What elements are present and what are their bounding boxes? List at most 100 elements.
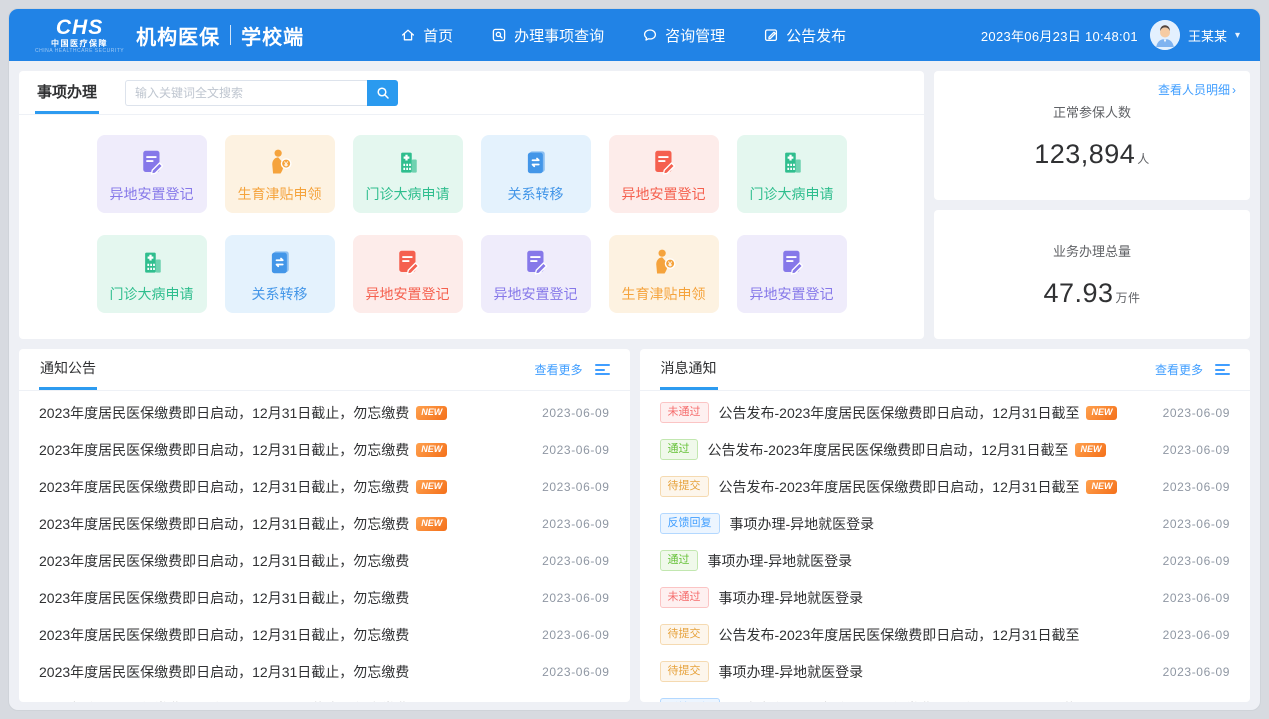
service-tile-label: 异地安置登记 — [750, 284, 834, 304]
notices-more-link[interactable]: 查看更多 — [534, 361, 582, 378]
service-tile[interactable]: 门诊大病申请 — [737, 135, 847, 213]
message-date: 2023-06-09 — [1151, 702, 1230, 703]
messages-more-link[interactable]: 查看更多 — [1155, 361, 1203, 378]
nav-item[interactable]: 办理事项查询 — [491, 25, 604, 46]
notice-row[interactable]: 2023年度居民医保缴费即日启动，12月31日截止，勿忘缴费 NEW 2023-… — [19, 394, 630, 431]
service-tile[interactable]: 关系转移 — [225, 235, 335, 313]
message-row[interactable]: 待提交 事项办理-异地就医登录 2023-06-09 — [640, 653, 1251, 690]
message-text: 事项办理-异地就医登录 — [719, 662, 864, 682]
service-tile-label: 异地安置登记 — [494, 284, 578, 304]
status-badge: 通过 — [660, 439, 698, 460]
notice-row[interactable]: 2023年度居民医保缴费即日启动，12月31日截止，勿忘缴费 2023-06-0… — [19, 616, 630, 653]
maternity-allowance-icon: ¥ — [648, 245, 680, 279]
notice-date: 2023-06-09 — [530, 406, 609, 420]
status-badge: 通过 — [660, 550, 698, 571]
message-date: 2023-06-09 — [1151, 628, 1230, 642]
service-tile[interactable]: 异地安置登记 — [97, 135, 207, 213]
service-tile[interactable]: 异地安置登记 — [737, 235, 847, 313]
service-tile[interactable]: 异地安置登记 — [481, 235, 591, 313]
messages-title: 消息通知 — [660, 349, 718, 390]
list-menu-icon[interactable] — [595, 364, 610, 375]
view-detail-link[interactable]: 查看人员明细› — [1158, 81, 1236, 98]
chs-logo: CHS 中国医疗保障 CHINA HEALTHCARE SECURITY — [35, 17, 124, 54]
notice-row[interactable]: 2023年度居民医保缴费即日启动，12月31日截止，勿忘缴费 NEW 2023-… — [19, 431, 630, 468]
new-badge: NEW — [416, 517, 447, 531]
service-tile[interactable]: ¥ 生育津贴申领 — [609, 235, 719, 313]
service-tile[interactable]: 关系转移 — [481, 135, 591, 213]
status-badge: 待提交 — [660, 476, 709, 497]
notice-row[interactable]: 2023年度居民医保缴费即日启动，12月31日截止，勿忘缴费 2023-06-0… — [19, 579, 630, 616]
service-tile-label: 关系转移 — [252, 284, 308, 304]
new-badge: NEW — [416, 406, 447, 420]
service-tile[interactable]: ¥ 生育津贴申领 — [225, 135, 335, 213]
message-row[interactable]: 反馈回复 事项办理-异地就医登录 2023-06-09 — [640, 505, 1251, 542]
notice-row[interactable]: 2023年度居民医保缴费即日启动，12月31日截止，勿忘缴费 2023-06-0… — [19, 542, 630, 579]
nav-item[interactable]: 公告发布 — [763, 25, 846, 46]
message-text: 公告发布-2023年度居民医保缴费即日启动，12月31日截至 — [719, 403, 1080, 423]
message-row[interactable]: 未通过 事项办理-异地就医登录 2023-06-09 — [640, 579, 1251, 616]
notice-text: 2023年度居民医保缴费即日启动，12月31日截止，勿忘缴费 — [39, 477, 409, 497]
service-tile-label: 门诊大病申请 — [366, 184, 450, 204]
notice-date: 2023-06-09 — [530, 591, 609, 605]
service-tile-grid: 异地安置登记 ¥ 生育津贴申领 门诊大病申请 关系转移 异地安置登 — [19, 115, 924, 333]
new-badge: NEW — [1086, 480, 1117, 494]
user-avatar[interactable] — [1150, 20, 1180, 50]
message-text: 公告发布-2023年度居民医保缴费即日启动，12月31日截至 — [719, 477, 1080, 497]
search-icon — [376, 86, 390, 100]
service-tile-label: 门诊大病申请 — [750, 184, 834, 204]
message-text: 事项办理-异地就医登录 — [719, 588, 864, 608]
app-title: 机构医保 学校端 — [136, 21, 304, 50]
user-name[interactable]: 王某某 — [1188, 26, 1227, 45]
service-tile-label: 关系转移 — [508, 184, 564, 204]
home-icon — [400, 27, 416, 43]
stat-card: 查看人员明细› 正常参保人数 123,894人 — [934, 71, 1250, 200]
status-badge: 未通过 — [660, 402, 709, 423]
notice-text: 2023年度居民医保缴费即日启动，12月31日截止，勿忘缴费 — [39, 662, 409, 682]
message-row[interactable]: 通过 事项办理-异地就医登录 2023-06-09 — [640, 542, 1251, 579]
service-tile[interactable]: 异地安置登记 — [609, 135, 719, 213]
messages-list: 未通过 公告发布-2023年度居民医保缴费即日启动，12月31日截至 NEW 2… — [640, 391, 1251, 702]
notice-row[interactable]: 2023年度居民医保缴费即日启动，12月31日截止，勿忘缴费 2023-06-0… — [19, 690, 630, 702]
message-date: 2023-06-09 — [1151, 443, 1230, 457]
message-row[interactable]: 反馈回复 公告发布-2023年度居民医保缴费即日启动，12月31日截至 2023… — [640, 690, 1251, 702]
search-button[interactable] — [367, 80, 398, 106]
message-row[interactable]: 通过 公告发布-2023年度居民医保缴费即日启动，12月31日截至 NEW 20… — [640, 431, 1251, 468]
notice-row[interactable]: 2023年度居民医保缴费即日启动，12月31日截止，勿忘缴费 2023-06-0… — [19, 653, 630, 690]
notice-text: 2023年度居民医保缴费即日启动，12月31日截止，勿忘缴费 — [39, 588, 409, 608]
notice-row[interactable]: 2023年度居民医保缴费即日启动，12月31日截止，勿忘缴费 NEW 2023-… — [19, 468, 630, 505]
notice-row[interactable]: 2023年度居民医保缴费即日启动，12月31日截止，勿忘缴费 NEW 2023-… — [19, 505, 630, 542]
services-header: 事项办理 — [19, 71, 924, 115]
hospital-icon — [777, 145, 807, 179]
notice-text: 2023年度居民医保缴费即日启动，12月31日截止，勿忘缴费 — [39, 514, 409, 534]
services-search — [125, 80, 398, 106]
new-badge: NEW — [1075, 443, 1106, 457]
service-tile-label: 异地安置登记 — [110, 184, 194, 204]
document-pen-icon — [521, 245, 551, 279]
service-tile-label: 异地安置登记 — [366, 284, 450, 304]
message-date: 2023-06-09 — [1151, 554, 1230, 568]
service-tile[interactable]: 门诊大病申请 — [353, 135, 463, 213]
app-title-side: 学校端 — [241, 21, 304, 50]
logo-en-text: CHINA HEALTHCARE SECURITY — [35, 49, 124, 54]
stat-unit: 人 — [1137, 152, 1150, 166]
status-badge: 待提交 — [660, 661, 709, 682]
service-tile[interactable]: 异地安置登记 — [353, 235, 463, 313]
stats-column: 查看人员明细› 正常参保人数 123,894人 业务办理总量 47.93万件 — [934, 71, 1250, 339]
chevron-down-icon[interactable]: ▾ — [1235, 30, 1240, 41]
announce-edit-icon — [763, 27, 779, 43]
stat-value: 47.93万件 — [1043, 278, 1140, 309]
list-menu-icon[interactable] — [1215, 364, 1230, 375]
notice-date: 2023-06-09 — [530, 665, 609, 679]
message-row[interactable]: 待提交 公告发布-2023年度居民医保缴费即日启动，12月31日截至 2023-… — [640, 616, 1251, 653]
service-tile[interactable]: 门诊大病申请 — [97, 235, 207, 313]
services-title: 事项办理 — [35, 71, 99, 114]
nav-item[interactable]: 首页 — [400, 25, 453, 46]
nav-item[interactable]: 咨询管理 — [642, 25, 725, 46]
message-date: 2023-06-09 — [1151, 406, 1230, 420]
message-row[interactable]: 待提交 公告发布-2023年度居民医保缴费即日启动，12月31日截至 NEW 2… — [640, 468, 1251, 505]
search-input[interactable] — [125, 80, 367, 106]
stat-label: 业务办理总量 — [1053, 241, 1131, 260]
datetime-display: 2023年06月23日 10:48:01 — [981, 26, 1138, 45]
service-tile-label: 异地安置登记 — [622, 184, 706, 204]
message-row[interactable]: 未通过 公告发布-2023年度居民医保缴费即日启动，12月31日截至 NEW 2… — [640, 394, 1251, 431]
